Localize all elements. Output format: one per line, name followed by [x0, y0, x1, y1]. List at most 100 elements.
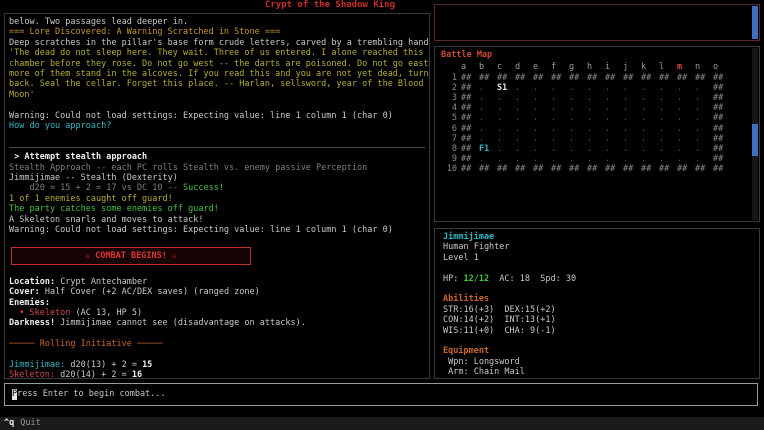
map-wall-cell: ##: [605, 73, 623, 83]
map-header-row: abcdefghijklmno: [441, 62, 753, 72]
footer-key-quit[interactable]: ^q: [4, 418, 14, 428]
map-floor-cell: .: [515, 144, 533, 154]
map-floor-cell: .: [695, 144, 713, 154]
map-floor-cell: .: [695, 154, 713, 164]
map-row-4: 4##.............##: [441, 103, 753, 113]
log-line: === Lore Discovered: A Warning Scratched…: [9, 27, 425, 37]
map-col-label: m: [677, 62, 695, 72]
map-wall-cell: ##: [569, 164, 587, 174]
map-wall-cell: ##: [641, 73, 659, 83]
map-floor-cell: .: [515, 124, 533, 134]
map-wall-cell: ##: [515, 164, 533, 174]
map-wall-cell: ##: [659, 164, 677, 174]
map-floor-cell: .: [479, 113, 497, 123]
map-floor-cell: .: [479, 93, 497, 103]
map-floor-cell: .: [641, 103, 659, 113]
scrollbar-thumb[interactable]: [752, 6, 758, 39]
map-wall-cell: ##: [587, 164, 605, 174]
map-wall-cell: ##: [587, 73, 605, 83]
log-divider: [9, 142, 425, 152]
log-line: Jimmijimae -- Stealth (Dexterity): [9, 173, 425, 183]
map-floor-cell: .: [587, 134, 605, 144]
map-floor-cell: .: [533, 144, 551, 154]
map-wall-cell: ##: [461, 164, 479, 174]
command-input[interactable]: Press Enter to begin combat...: [4, 383, 758, 406]
spacer: [443, 284, 751, 294]
map-floor-cell: .: [641, 83, 659, 93]
map-wall-cell: ##: [605, 164, 623, 174]
map-wall-cell: ##: [461, 124, 479, 134]
map-floor-cell: .: [695, 83, 713, 93]
scrollbar-thumb[interactable]: [752, 124, 758, 156]
log-line: 'The dead do not sleep here. They wait. …: [9, 48, 425, 58]
map-floor-cell: .: [497, 124, 515, 134]
map-floor-cell: .: [605, 83, 623, 93]
equipment-header: Equipment: [443, 346, 751, 356]
map-wall-cell: ##: [497, 73, 515, 83]
map-floor-cell: .: [659, 154, 677, 164]
map-unit-F1[interactable]: F1: [479, 144, 497, 154]
log-line: Stealth Approach -- each PC rolls Stealt…: [9, 163, 425, 173]
map-floor-cell: .: [479, 124, 497, 134]
map-row-6: 6##.............##: [441, 124, 753, 134]
map-floor-cell: .: [623, 124, 641, 134]
map-wall-cell: ##: [461, 83, 479, 93]
map-floor-cell: .: [587, 154, 605, 164]
log-blank-line: [9, 350, 425, 360]
log-blank-line: [9, 329, 425, 339]
character-level: Level 1: [443, 253, 751, 263]
map-floor-cell: .: [659, 124, 677, 134]
dice-panel-scrollbar[interactable]: [752, 6, 758, 39]
map-unit-S1[interactable]: S1: [497, 83, 515, 93]
spacer: [443, 263, 751, 273]
map-wall-cell: ##: [677, 164, 695, 174]
map-floor-cell: .: [605, 144, 623, 154]
log-line: Warning: Could not load settings: Expect…: [9, 111, 425, 121]
map-floor-cell: .: [497, 103, 515, 113]
footer-bar: ^q Quit: [0, 417, 764, 430]
ac-spd-value: AC: 18 Spd: 30: [489, 274, 576, 284]
log-line: Enemies:: [9, 298, 425, 308]
map-row-10: 10##############################: [441, 164, 753, 174]
map-floor-cell: .: [641, 134, 659, 144]
map-floor-cell: .: [677, 124, 695, 134]
map-wall-cell: ##: [515, 73, 533, 83]
stat-line-wis-cha: WIS:11(+0) CHA: 9(-1): [443, 326, 751, 336]
map-col-label: n: [695, 62, 713, 72]
map-floor-cell: .: [551, 154, 569, 164]
map-wall-cell: ##: [659, 73, 677, 83]
map-wall-cell: ##: [695, 73, 713, 83]
map-floor-cell: .: [677, 144, 695, 154]
map-floor-cell: .: [641, 154, 659, 164]
footer-label-quit[interactable]: Quit: [20, 418, 40, 428]
map-col-label: g: [569, 62, 587, 72]
log-line: more of them stand in the alcoves. If yo…: [9, 69, 425, 79]
map-floor-cell: .: [659, 134, 677, 144]
log-line: • Skeleton (AC 13, HP 5): [9, 308, 425, 318]
map-floor-cell: .: [677, 93, 695, 103]
map-wall-cell: ##: [641, 164, 659, 174]
map-wall-cell: ##: [461, 103, 479, 113]
map-floor-cell: .: [533, 134, 551, 144]
map-floor-cell: .: [605, 154, 623, 164]
character-race-class: Human Fighter: [443, 242, 751, 252]
map-row-3: 3##.............##: [441, 93, 753, 103]
map-floor-cell: .: [623, 103, 641, 113]
battle-map-scrollbar[interactable]: [752, 48, 758, 220]
map-floor-cell: .: [515, 154, 533, 164]
map-floor-cell: .: [569, 93, 587, 103]
map-floor-cell: .: [479, 154, 497, 164]
log-line: ───── Rolling Initiative ─────: [9, 339, 425, 349]
map-row-7: 7##.............##: [441, 134, 753, 144]
input-text: ress Enter to begin combat...: [17, 389, 165, 399]
map-wall-cell: ##: [461, 73, 479, 83]
map-floor-cell: .: [623, 144, 641, 154]
map-floor-cell: .: [641, 124, 659, 134]
map-floor-cell: .: [497, 154, 515, 164]
map-col-label: l: [659, 62, 677, 72]
game-log-panel[interactable]: below. Two passages lead deeper in.=== L…: [4, 13, 430, 379]
map-floor-cell: .: [551, 83, 569, 93]
map-floor-cell: .: [497, 113, 515, 123]
map-floor-cell: .: [695, 124, 713, 134]
map-col-label: k: [641, 62, 659, 72]
